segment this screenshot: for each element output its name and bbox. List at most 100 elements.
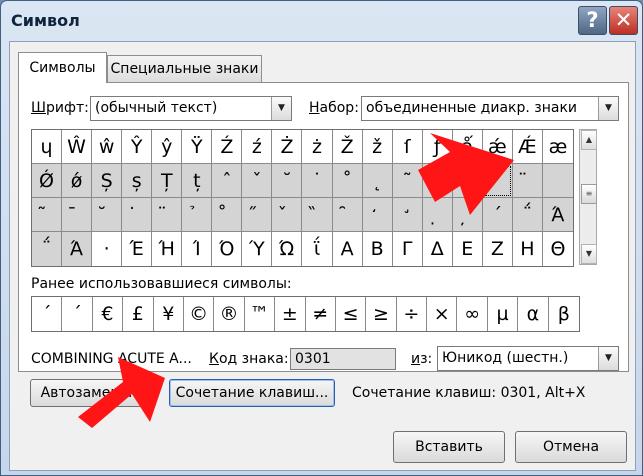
chevron-down-icon[interactable]: ▼ bbox=[598, 347, 618, 370]
symbol-cell[interactable]: ˛ bbox=[362, 164, 393, 198]
symbol-cell[interactable]: Ζ bbox=[482, 232, 513, 266]
symbol-cell[interactable]: ˘ bbox=[272, 164, 303, 198]
symbol-cell[interactable]: ̇ bbox=[122, 198, 153, 232]
symbol-cell[interactable]: ˜ bbox=[392, 164, 423, 198]
chevron-down-icon[interactable]: ▼ bbox=[271, 97, 291, 120]
symbol-cell[interactable]: Θ bbox=[542, 232, 573, 266]
symbol-cell[interactable]: ̣ bbox=[422, 198, 453, 232]
symbol-cell[interactable]: ́ bbox=[482, 164, 513, 198]
symbol-cell[interactable]: Ύ bbox=[242, 232, 273, 266]
symbol-cell[interactable]: ̊ bbox=[212, 198, 243, 232]
chevron-down-icon[interactable]: ▼ bbox=[598, 97, 618, 120]
symbol-cell[interactable]: ƒ bbox=[422, 130, 453, 164]
recent-symbol-cell[interactable]: ≤ bbox=[336, 297, 367, 331]
recent-symbol-cell[interactable]: ÷ bbox=[397, 297, 428, 331]
symbol-cell[interactable]: ̌ bbox=[272, 198, 303, 232]
symbol-cell[interactable]: Ώ bbox=[272, 232, 303, 266]
symbol-cell[interactable]: Β bbox=[362, 232, 393, 266]
symbol-cell[interactable]: Ί bbox=[182, 232, 213, 266]
tab-symbols[interactable]: Символы bbox=[18, 52, 107, 83]
recent-symbol-cell[interactable]: £ bbox=[123, 297, 154, 331]
symbol-cell[interactable]: Ž bbox=[332, 130, 363, 164]
symbol-cell[interactable]: Ÿ bbox=[182, 130, 213, 164]
symbol-cell[interactable]: ˝ bbox=[422, 164, 453, 198]
shortcut-key-button[interactable]: Сочетание клавиш... bbox=[169, 379, 335, 407]
symbol-cell[interactable]: ̒ bbox=[362, 198, 393, 232]
recent-symbol-cell[interactable]: α bbox=[518, 297, 549, 331]
symbol-cell[interactable]: æ bbox=[542, 130, 573, 164]
symbol-cell[interactable]: ̏ bbox=[302, 198, 333, 232]
close-button[interactable]: ✕ bbox=[609, 6, 638, 35]
symbol-cell[interactable]: ŵ bbox=[92, 130, 123, 164]
symbol-cell[interactable]: ̈ bbox=[512, 164, 543, 198]
symbol-cell[interactable]: ̛ bbox=[392, 198, 423, 232]
symbol-cell[interactable]: ǽ bbox=[482, 130, 513, 164]
cancel-button[interactable]: Отмена bbox=[515, 431, 627, 463]
symbol-cell[interactable]: ˇ bbox=[242, 164, 273, 198]
symbol-cell[interactable]: Ǽ bbox=[512, 130, 543, 164]
insert-button[interactable]: Вставить bbox=[393, 431, 505, 463]
symbol-cell[interactable]: Ț bbox=[152, 164, 183, 198]
scroll-down-icon[interactable]: ▼ bbox=[581, 244, 597, 264]
recent-symbol-cell[interactable]: µ bbox=[488, 297, 519, 331]
symbol-cell[interactable]: ̦ bbox=[452, 198, 483, 232]
symbol-cell[interactable]: ̄ bbox=[62, 198, 93, 232]
symbol-cell[interactable]: Ż bbox=[272, 130, 303, 164]
symbol-cell[interactable]: ̆ bbox=[92, 198, 123, 232]
symbol-cell[interactable]: ž bbox=[362, 130, 393, 164]
symbol-cell[interactable]: Έ bbox=[122, 232, 153, 266]
symbol-cell[interactable]: Ŵ bbox=[62, 130, 93, 164]
symbol-cell[interactable]: ŷ bbox=[152, 130, 183, 164]
recent-symbol-cell[interactable]: ΄ bbox=[32, 297, 63, 331]
symbol-cell[interactable]: ̃ bbox=[32, 198, 63, 232]
recent-symbol-cell[interactable]: © bbox=[184, 297, 215, 331]
recent-symbol-cell[interactable]: β bbox=[549, 297, 579, 331]
symbol-cell[interactable]: ̉ bbox=[182, 198, 213, 232]
symbol-grid[interactable]: ɥŴŵŶŷŸŹźŻżŽžſƒǻǽǼæ ǾǿȘșȚțˆˇ˘˙˚˛˜˝̀́̈̃̄̆̇̈… bbox=[31, 129, 574, 267]
symbol-cell[interactable]: ź bbox=[242, 130, 273, 164]
symbol-cell[interactable]: ǿ bbox=[62, 164, 93, 198]
symbol-cell[interactable]: ̈ bbox=[152, 198, 183, 232]
scroll-up-icon[interactable]: ▲ bbox=[581, 130, 597, 150]
symbol-cell[interactable]: ɥ bbox=[32, 130, 63, 164]
symbol-cell[interactable]: ̋ bbox=[242, 198, 273, 232]
symbol-cell[interactable]: ż bbox=[302, 130, 333, 164]
recent-symbol-cell[interactable]: ∞ bbox=[457, 297, 488, 331]
recent-symbol-cell[interactable]: ® bbox=[214, 297, 245, 331]
help-button[interactable]: ? bbox=[578, 6, 607, 35]
symbol-cell[interactable]: Ź bbox=[212, 130, 243, 164]
recent-symbol-cell[interactable]: ≠ bbox=[306, 297, 336, 331]
symbol-cell[interactable]: ș bbox=[122, 164, 153, 198]
title-bar[interactable]: Символ ? ✕ bbox=[1, 1, 642, 41]
symbol-cell[interactable]: Ά bbox=[542, 198, 573, 232]
symbol-cell[interactable]: Ε bbox=[452, 232, 483, 266]
recent-symbol-cell[interactable]: ± bbox=[275, 297, 306, 331]
symbol-cell[interactable]: ț bbox=[182, 164, 213, 198]
symbol-cell[interactable]: ˚ bbox=[332, 164, 363, 198]
symbol-cell[interactable] bbox=[542, 164, 573, 198]
symbol-cell[interactable]: · bbox=[92, 232, 123, 266]
scroll-thumb[interactable]: ≡ bbox=[581, 184, 597, 204]
symbol-cell[interactable]: ΄ bbox=[482, 198, 513, 232]
symbol-cell[interactable]: Α bbox=[332, 232, 363, 266]
recent-symbol-cell[interactable]: × bbox=[427, 297, 458, 331]
symbol-cell[interactable]: Ŷ bbox=[122, 130, 153, 164]
font-select[interactable]: (обычный текст) ▼ bbox=[90, 96, 292, 121]
recent-symbol-cell[interactable]: ™ bbox=[245, 297, 276, 331]
symbol-cell[interactable]: ſ bbox=[392, 130, 423, 164]
symbol-cell[interactable]: ˆ bbox=[212, 164, 243, 198]
code-input[interactable]: 0301 bbox=[290, 348, 396, 370]
recent-symbol-cell[interactable]: ΄ bbox=[62, 297, 93, 331]
symbol-cell[interactable]: ΅ bbox=[512, 198, 543, 232]
recent-symbol-cell[interactable]: ¥ bbox=[154, 297, 184, 331]
symbol-cell[interactable]: Ά bbox=[62, 232, 93, 266]
symbol-cell[interactable]: Ș bbox=[92, 164, 123, 198]
recent-symbol-cell[interactable]: € bbox=[93, 297, 124, 331]
symbol-cell[interactable]: ̑ bbox=[332, 198, 363, 232]
symbol-cell[interactable]: ̀ bbox=[452, 164, 483, 198]
symbol-cell[interactable]: Ή bbox=[152, 232, 183, 266]
recent-symbol-cell[interactable]: ≥ bbox=[366, 297, 397, 331]
tab-special-chars[interactable]: Специальные знаки bbox=[107, 55, 262, 83]
from-select[interactable]: Юникод (шестн.) ▼ bbox=[437, 346, 619, 371]
symbol-cell[interactable]: ΅ bbox=[32, 232, 63, 266]
